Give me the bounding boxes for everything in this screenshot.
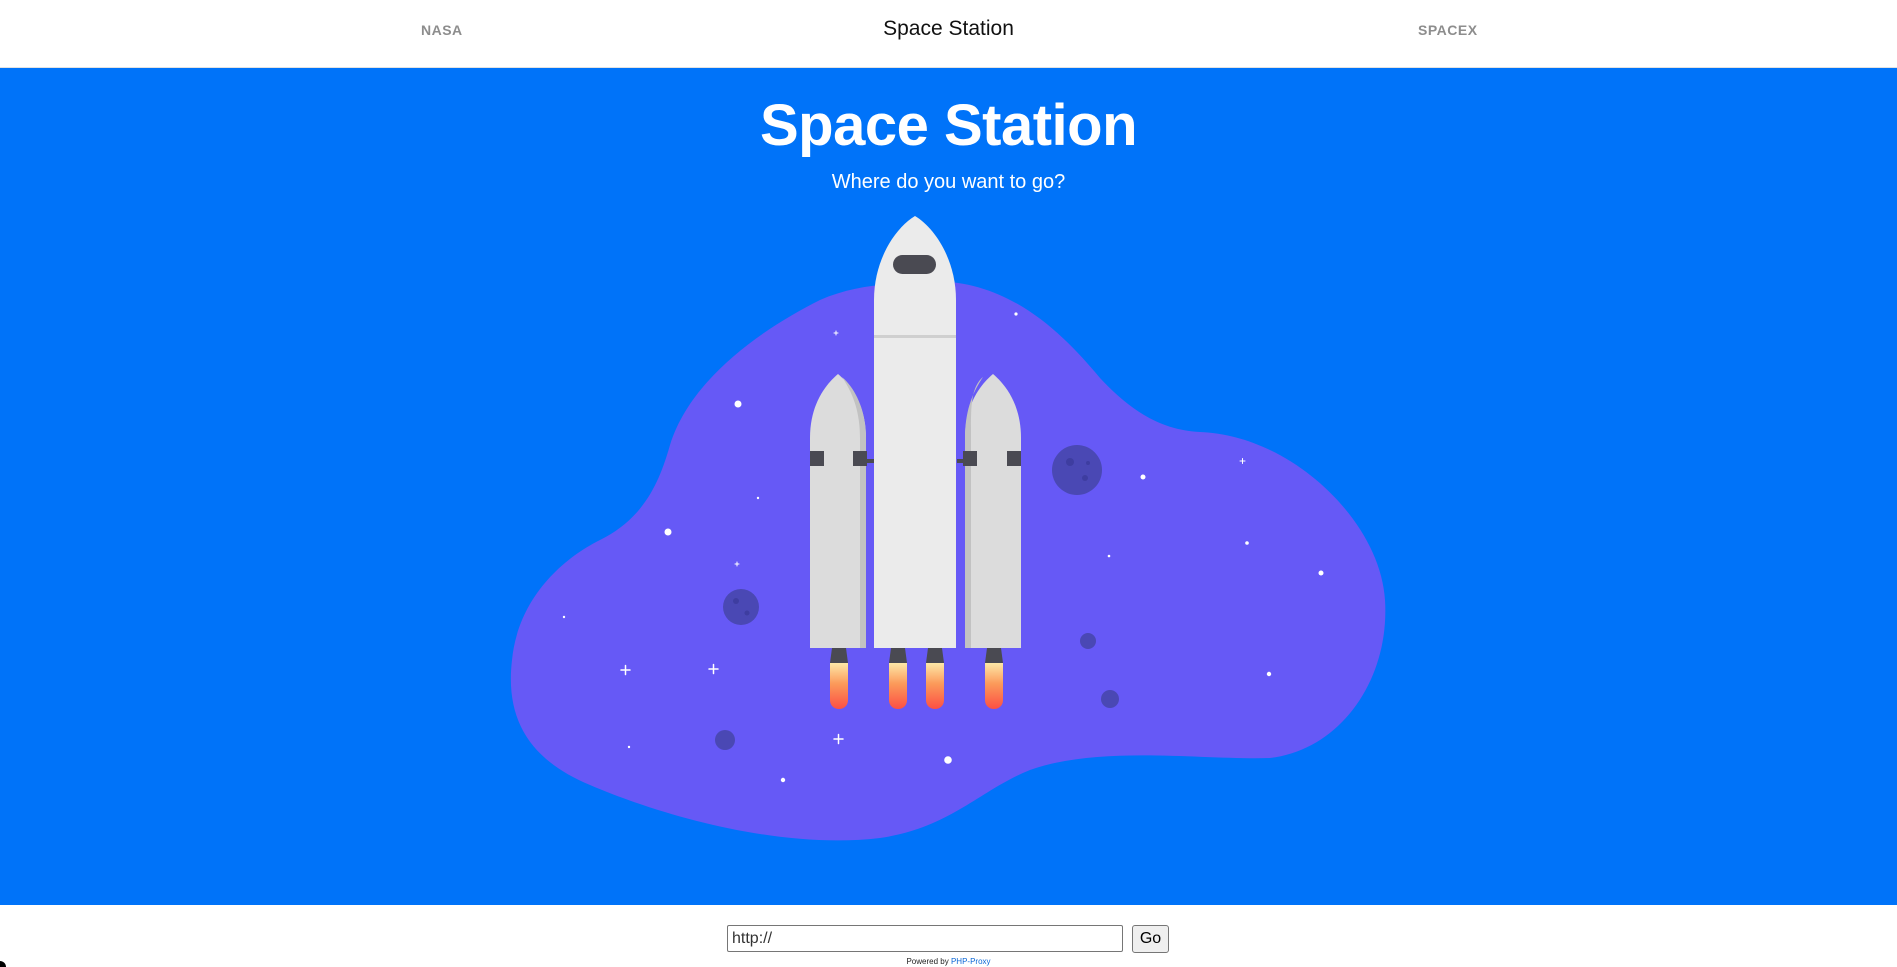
rocket-core [874,216,956,709]
nav-link-spacex[interactable]: SPACEX [1418,22,1478,38]
hero-title: Space Station [759,93,1138,158]
rocket-window-icon [893,255,936,274]
php-proxy-link[interactable]: PHP-Proxy [951,957,991,966]
hero-subtitle: Where do you want to go? [831,171,1066,193]
hero-section: Space Station Where do you want to go? [0,68,1897,905]
powered-by-text: Powered by PHP-Proxy [0,957,1897,966]
planet-small-icon [1101,690,1119,708]
powered-by-prefix: Powered by [906,957,949,966]
planet-large-icon [1052,445,1102,495]
planet-small-icon [715,730,735,750]
planet-small-icon [1080,633,1096,649]
url-input[interactable] [727,925,1123,952]
site-title: Space Station [883,17,1014,40]
planet-medium-icon [723,589,759,625]
url-form: Go Powered by PHP-Proxy [0,906,1897,967]
top-navigation-bar: NASA Space Station SPACEX [0,0,1897,68]
go-button[interactable]: Go [1132,925,1169,953]
